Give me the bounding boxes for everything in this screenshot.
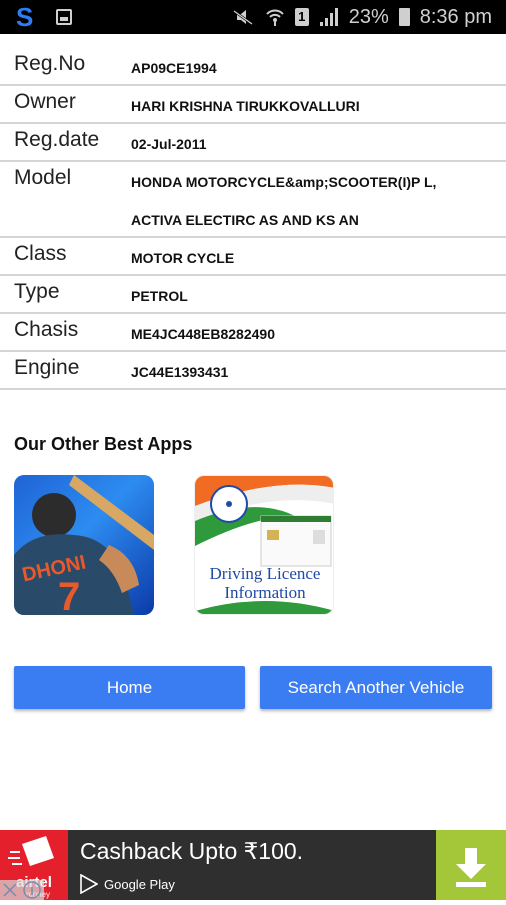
label: Class [14, 242, 67, 265]
cricket-app-icon[interactable]: DHONI 7 [14, 475, 154, 615]
ad-info-icon[interactable] [23, 881, 41, 899]
label: Reg.date [14, 128, 100, 151]
label: Owner [14, 90, 76, 113]
value: HONDA MOTORCYCLE&amp;SCOOTER(I)P L, [131, 174, 437, 190]
google-play-badge[interactable]: Google Play [80, 874, 175, 894]
value: PETROL [131, 288, 188, 304]
value: JC44E1393431 [131, 364, 229, 380]
jersey-number: 7 [58, 575, 80, 615]
label: Engine [14, 356, 80, 379]
download-icon [456, 848, 486, 887]
label: Model [14, 166, 72, 189]
value: MOTOR CYCLE [131, 250, 235, 266]
app-title-line1: Driving Licence [210, 564, 321, 583]
value: AP09CE1994 [131, 60, 217, 76]
status-bar: S 1 23% 8:36 pm [0, 0, 506, 34]
row-chasis: Chasis ME4JC448EB8282490 [0, 314, 506, 352]
row-model: Model HONDA MOTORCYCLE&amp;SCOOTER(I)P L… [0, 162, 506, 238]
label: Reg.No [14, 52, 86, 75]
download-button[interactable] [436, 830, 506, 900]
label: Type [14, 280, 60, 303]
row-owner: Owner HARI KRISHNA TIRUKKOVALLURI [0, 86, 506, 124]
signal-icon [319, 8, 338, 26]
gallery-icon [56, 9, 72, 25]
mute-vibrate-icon [232, 9, 253, 26]
value: ME4JC448EB8282490 [131, 326, 275, 342]
app-s-icon: S [16, 2, 34, 32]
ad-banner[interactable]: airtel money Cashback Upto ₹100. Google … [0, 830, 506, 900]
other-apps-title: Our Other Best Apps [14, 434, 193, 454]
google-play-icon [80, 874, 98, 894]
home-button[interactable]: Home [14, 666, 245, 709]
sim-icon: 1 [294, 8, 309, 26]
app-title-line2: Information [224, 583, 306, 602]
battery-percent: 23% [348, 5, 389, 28]
ad-controls [0, 880, 44, 900]
search-another-vehicle-button[interactable]: Search Another Vehicle [260, 666, 492, 709]
wifi-icon [265, 9, 284, 26]
ad-close-icon[interactable] [3, 883, 17, 897]
battery-icon [398, 8, 410, 26]
row-class: Class MOTOR CYCLE [0, 238, 506, 276]
value-line2: ACTIVA ELECTIRC AS AND KS AN [131, 212, 359, 228]
clock: 8:36 pm [419, 5, 492, 28]
row-engine: Engine JC44E1393431 [0, 352, 506, 390]
ad-title[interactable]: Cashback Upto ₹100. [80, 838, 303, 865]
row-type: Type PETROL [0, 276, 506, 314]
vehicle-details-table: Reg.No AP09CE1994 Owner HARI KRISHNA TIR… [0, 48, 506, 390]
driving-licence-app-icon[interactable]: Driving Licence Information [194, 475, 334, 615]
value: HARI KRISHNA TIRUKKOVALLURI [131, 98, 360, 114]
value: 02-Jul-2011 [131, 136, 207, 152]
row-reg-no: Reg.No AP09CE1994 [0, 48, 506, 86]
label: Chasis [14, 318, 79, 341]
google-play-label: Google Play [104, 876, 175, 892]
row-reg-date: Reg.date 02-Jul-2011 [0, 124, 506, 162]
